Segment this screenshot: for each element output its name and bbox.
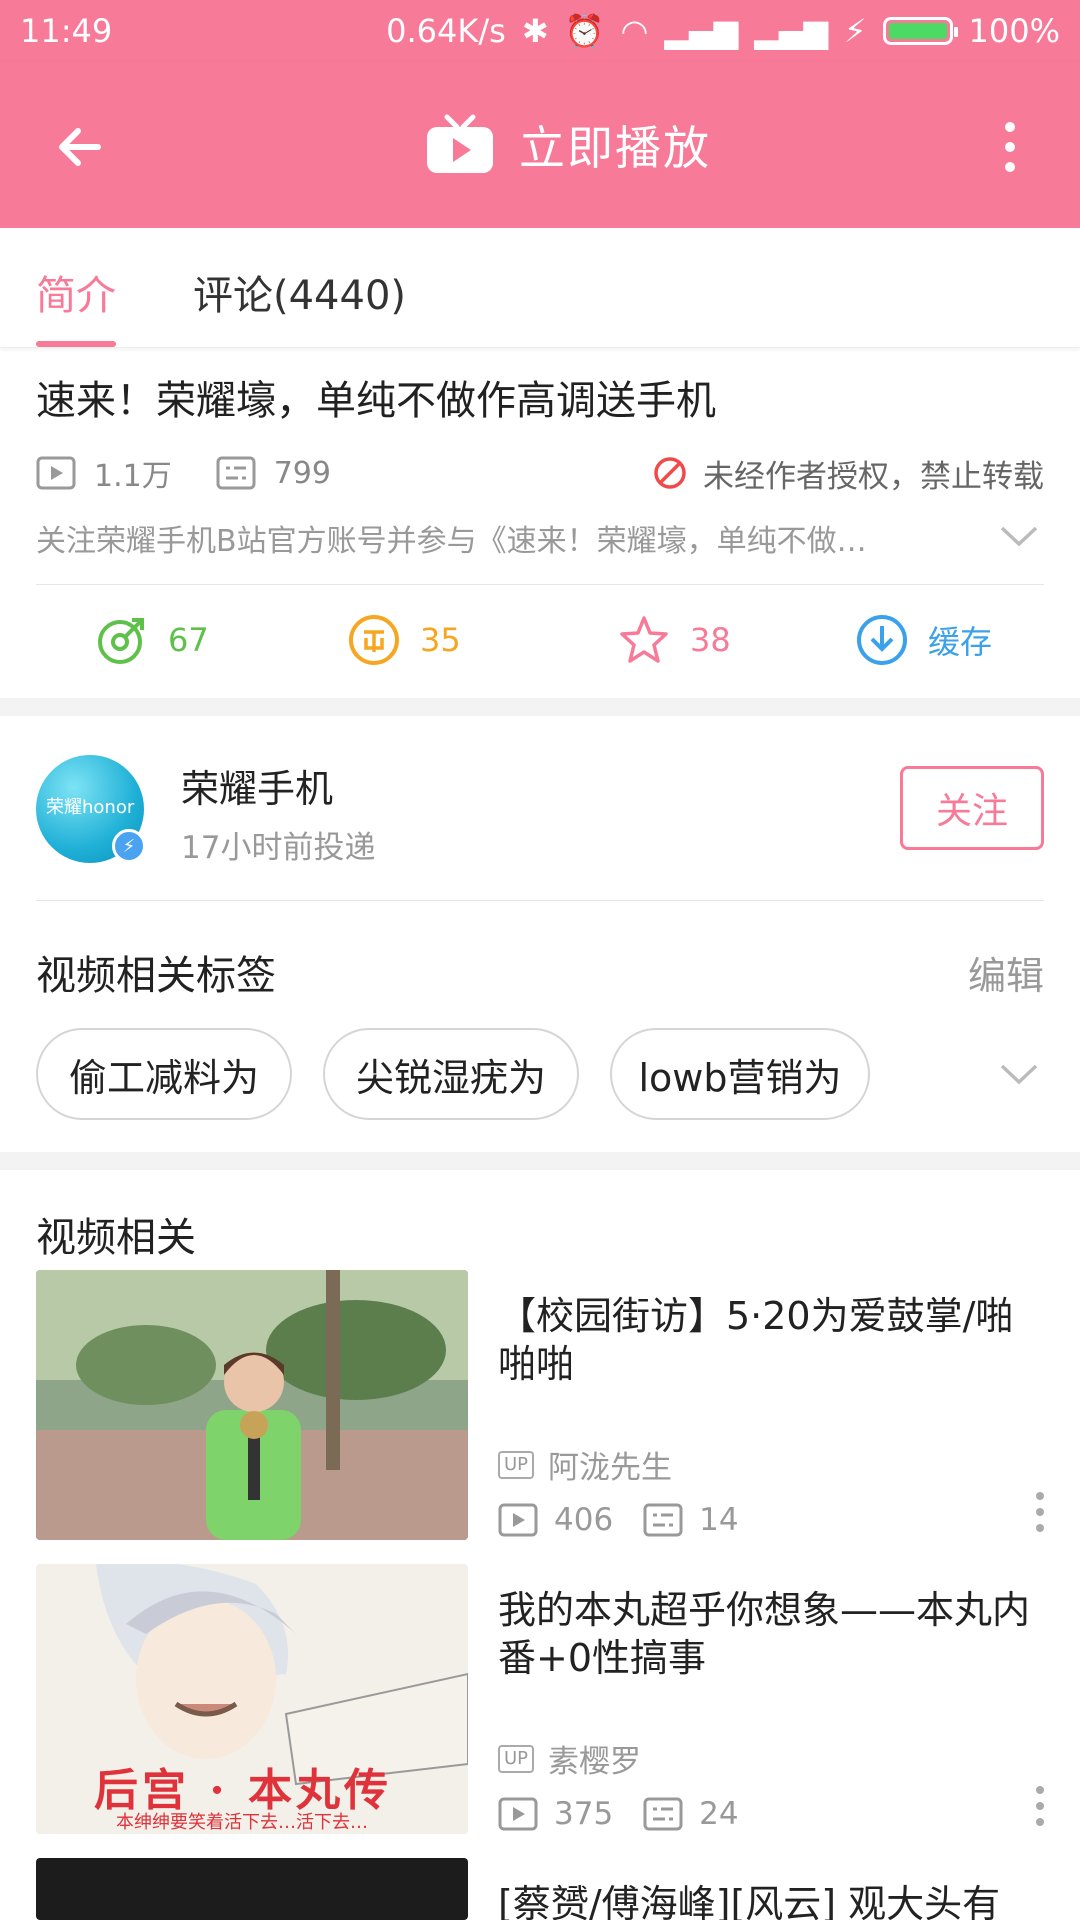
- chevron-down-icon[interactable]: [998, 1058, 1040, 1088]
- related-video-title: [蔡赟/傅海峰][风云] 观大头有约之柔的较真情: [498, 1882, 1001, 1920]
- tag-chip[interactable]: lowb营销为: [610, 1028, 870, 1120]
- uploader-info: UP 素樱罗: [498, 1736, 641, 1781]
- uploader-name: 素樱罗: [548, 1744, 642, 1780]
- tab-comments[interactable]: 评论(4440): [193, 263, 406, 321]
- related-video-card[interactable]: 后宫 · 本丸传 本绅绅要笑着活下去…活下去… 我的本丸超乎你想象——本丸内番+…: [0, 1564, 1080, 1834]
- copyright-text: 未经作者授权，禁止转载: [703, 458, 1044, 495]
- up-badge: UP: [498, 1744, 535, 1773]
- related-video-title: 【校园街访】5·20为爱鼓掌/啪啪啪: [498, 1294, 1014, 1386]
- coin-button[interactable]: 35: [348, 605, 461, 675]
- uploader-name[interactable]: 荣耀手机: [181, 758, 333, 813]
- video-title: 速来！荣耀壕，单纯不做作高调送手机: [36, 378, 716, 424]
- danmaku-icon: [643, 1503, 683, 1537]
- battery-icon: [882, 17, 958, 45]
- share-icon: [98, 618, 144, 664]
- play-count: 1.1万: [36, 451, 172, 495]
- related-video-card[interactable]: [蔡赟/傅海峰][风云] 观大头有约之柔的较真情: [0, 1858, 1080, 1920]
- tags-title: 视频相关标签: [36, 953, 276, 999]
- video-stats: 375 24: [498, 1796, 769, 1832]
- battery-fill: [888, 23, 947, 39]
- related-video-title: 我的本丸超乎你想象——本丸内番+0性搞事: [498, 1588, 1031, 1680]
- play-icon: [498, 1503, 538, 1537]
- chevron-down-icon[interactable]: [998, 520, 1040, 550]
- bluetooth-icon: ✱: [521, 12, 549, 50]
- tab-bar: 简介 评论(4440): [0, 228, 1080, 348]
- video-thumbnail[interactable]: [36, 1270, 468, 1540]
- alarm-icon: ⏰: [564, 12, 605, 50]
- tag-chip[interactable]: 偷工减料为: [36, 1028, 292, 1120]
- video-thumbnail[interactable]: [36, 1858, 468, 1920]
- danmaku-icon: [216, 456, 256, 490]
- divider: [36, 900, 1044, 901]
- page-title: 立即播放: [519, 121, 711, 175]
- related-video-card[interactable]: 【校园街访】5·20为爱鼓掌/啪啪啪 UP 阿泷先生 406 14: [0, 1270, 1080, 1540]
- danmaku-count: 799: [216, 456, 331, 491]
- more-options-icon[interactable]: [995, 117, 1025, 177]
- status-bar: 11:49 0.64K/s ✱ ⏰ ◠ ▂▄▆ ▂▄▆ ⚡ 100%: [0, 0, 1080, 62]
- download-button[interactable]: 缓存: [856, 605, 992, 675]
- uploader-info: UP 阿泷先生: [498, 1442, 672, 1487]
- play-count: 406: [498, 1502, 613, 1538]
- status-time: 11:49: [20, 12, 113, 50]
- favorite-count: 38: [690, 621, 731, 659]
- favorite-button[interactable]: 38: [618, 605, 731, 675]
- play-now-button[interactable]: 立即播放: [425, 112, 711, 178]
- coin-count: 35: [420, 621, 461, 659]
- wifi-icon: ◠: [620, 12, 649, 50]
- play-count: 375: [498, 1796, 613, 1832]
- share-count: 67: [168, 621, 209, 659]
- video-description[interactable]: 关注荣耀手机B站官方账号并参与《速来！荣耀壕，单纯不做…: [36, 516, 936, 560]
- play-icon: [498, 1797, 538, 1831]
- section-gap: [0, 698, 1080, 716]
- back-arrow-icon[interactable]: [50, 117, 110, 177]
- danmaku-count-value: 14: [699, 1502, 739, 1538]
- danmaku-count-value: 799: [273, 455, 331, 491]
- play-count-value: 375: [554, 1796, 614, 1832]
- follow-button[interactable]: 关注: [900, 766, 1044, 850]
- divider: [36, 584, 1044, 585]
- tag-chip[interactable]: 尖锐湿疣为: [323, 1028, 579, 1120]
- up-badge: UP: [498, 1450, 535, 1479]
- tags-edit-button[interactable]: 编辑: [968, 945, 1044, 1000]
- download-icon: [857, 615, 907, 665]
- share-button[interactable]: 67: [96, 605, 209, 675]
- upload-time: 17小时前投递: [181, 830, 376, 866]
- more-vertical-icon[interactable]: [1030, 1784, 1050, 1828]
- danmaku-icon: [643, 1797, 683, 1831]
- coin-icon: [349, 615, 399, 665]
- battery-percent: 100%: [968, 12, 1060, 50]
- play-count-value: 1.1万: [94, 459, 172, 494]
- thumbnail-subcaption: 本绅绅要笑着活下去…活下去…: [116, 1812, 368, 1833]
- copyright-notice: 未经作者授权，禁止转载: [653, 451, 1044, 496]
- more-vertical-icon[interactable]: [1030, 1490, 1050, 1534]
- charging-icon: ⚡: [844, 12, 867, 50]
- related-title: 视频相关: [36, 1215, 196, 1261]
- avatar-logo: 荣耀honor: [46, 797, 135, 818]
- uploader-name: 阿泷先生: [548, 1450, 673, 1486]
- signal-icon: ▂▄▆: [664, 12, 739, 50]
- video-stats: 1.1万 799 未经作者授权，禁止转载: [36, 450, 1044, 496]
- danmaku-count: 24: [643, 1796, 739, 1832]
- video-stats: 406 14: [498, 1502, 769, 1538]
- prohibited-icon: [654, 457, 686, 489]
- network-speed: 0.64K/s: [386, 12, 506, 50]
- danmaku-count-value: 24: [699, 1796, 739, 1832]
- star-icon: [620, 616, 668, 663]
- download-label: 缓存: [928, 623, 993, 661]
- tab-intro[interactable]: 简介: [36, 263, 116, 347]
- app-bar: 立即播放: [0, 62, 1080, 228]
- verified-badge-icon: ⚡: [112, 829, 146, 863]
- signal-icon-2: ▂▄▆: [754, 12, 829, 50]
- avatar[interactable]: 荣耀honor ⚡: [36, 755, 146, 863]
- danmaku-count: 14: [643, 1502, 739, 1538]
- play-icon: [36, 456, 76, 490]
- video-thumbnail[interactable]: 后宫 · 本丸传 本绅绅要笑着活下去…活下去…: [36, 1564, 468, 1834]
- tv-icon: [427, 114, 493, 173]
- section-gap: [0, 1152, 1080, 1170]
- play-count-value: 406: [554, 1502, 614, 1538]
